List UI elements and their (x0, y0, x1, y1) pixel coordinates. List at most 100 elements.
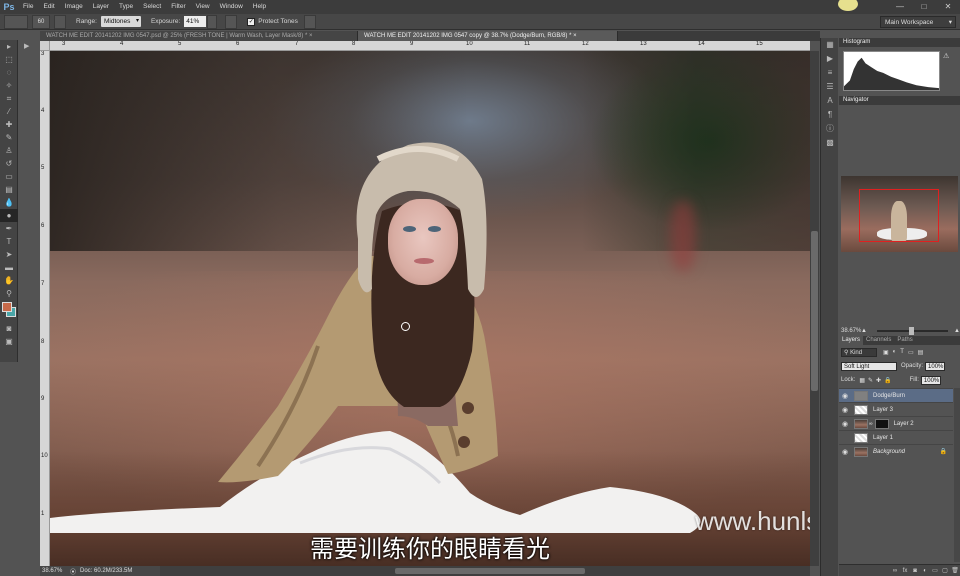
foreground-color-swatch[interactable] (2, 302, 12, 312)
fill-input[interactable]: 100% (920, 375, 941, 385)
history-panel-icon[interactable]: ▦ (821, 38, 839, 52)
layer-style-icon[interactable]: fx (900, 568, 910, 574)
eyedropper-tool-icon[interactable]: ⁄ (0, 105, 18, 118)
range-select[interactable]: Midtones (100, 16, 141, 27)
move-tool-icon[interactable]: ▸ (0, 40, 18, 53)
link-layers-icon[interactable]: ∞ (890, 568, 900, 574)
eraser-tool-icon[interactable]: ▭ (0, 170, 18, 183)
menu-type[interactable]: Type (114, 0, 138, 14)
menu-edit[interactable]: Edit (38, 0, 59, 14)
navigator-thumbnail[interactable] (841, 176, 958, 252)
navigator-zoom-slider-knob[interactable] (908, 327, 914, 335)
menu-image[interactable]: Image (60, 0, 88, 14)
document-tab-2-close-icon[interactable]: × (573, 33, 577, 39)
tool-preset-picker[interactable] (4, 14, 28, 29)
menu-file[interactable]: File (18, 0, 38, 14)
visibility-eye-icon[interactable]: ◉ (839, 392, 851, 400)
minimize-button[interactable]: — (888, 0, 912, 14)
panel-collapse-arrow-icon[interactable]: ▶ (24, 42, 36, 54)
new-layer-icon[interactable]: ▢ (940, 567, 950, 574)
lasso-tool-icon[interactable]: ◌ (0, 66, 18, 79)
layer-row-dodge-burn[interactable]: ◉ Dodge/Burn (839, 388, 953, 402)
dodge-tool-icon[interactable]: ● (0, 209, 18, 222)
exposure-input[interactable]: 41% (184, 16, 207, 27)
healing-brush-tool-icon[interactable]: ✚ (0, 118, 18, 131)
blend-mode-select[interactable]: Soft Light (841, 361, 897, 371)
actions-panel-icon[interactable]: ▶ (821, 52, 839, 66)
tab-channels[interactable]: Channels (863, 336, 894, 345)
crop-tool-icon[interactable]: ⌗ (0, 92, 18, 105)
layers-scrollbar[interactable] (954, 388, 960, 562)
lock-position-icon[interactable]: ✚ (876, 377, 881, 384)
new-group-icon[interactable]: ▭ (930, 567, 940, 574)
layer-row-layer-1[interactable]: ◉ Layer 1 (839, 430, 953, 444)
properties-panel-icon[interactable]: ☰ (821, 80, 839, 94)
menu-help[interactable]: Help (248, 0, 271, 14)
marquee-tool-icon[interactable]: ⬚ (0, 53, 18, 66)
zoom-tool-icon[interactable]: ⚲ (0, 287, 18, 300)
path-selection-tool-icon[interactable]: ➤ (0, 248, 18, 261)
visibility-eye-icon[interactable]: ◉ (839, 434, 851, 442)
histogram-tab[interactable]: Histogram (839, 38, 875, 47)
layer-mask-link-icon[interactable]: ∞ (869, 421, 873, 427)
visibility-eye-icon[interactable]: ◉ (839, 420, 851, 428)
screen-mode-icon[interactable]: ▣ (0, 335, 18, 348)
brush-preset-picker[interactable]: 60 (32, 14, 50, 29)
brush-panel-toggle-icon[interactable] (54, 14, 66, 29)
cache-warning-icon[interactable]: ⚠ (943, 52, 949, 60)
filter-type-icon[interactable]: T (900, 349, 904, 355)
document-tab-1-close-icon[interactable]: × (309, 33, 313, 39)
brush-tool-icon[interactable]: ✎ (0, 131, 18, 144)
menu-filter[interactable]: Filter (166, 0, 190, 14)
info-panel-icon[interactable]: ⓘ (821, 122, 839, 136)
document-tab-2[interactable]: WATCH ME EDIT 20141202 IMG 0547 copy @ 3… (358, 31, 618, 41)
canvas-horizontal-scrollbar[interactable] (160, 566, 810, 576)
layer-row-layer-2[interactable]: ◉ ∞ Layer 2 (839, 416, 953, 430)
filter-smart-object-icon[interactable]: ▤ (918, 349, 924, 356)
maximize-button[interactable]: □ (912, 0, 936, 14)
navigator-zoom-value[interactable]: 38.67% (839, 328, 861, 334)
vertical-scroll-thumb[interactable] (811, 231, 818, 391)
filter-shape-icon[interactable]: ▭ (908, 349, 914, 356)
shape-tool-icon[interactable]: ▬ (0, 261, 18, 274)
history-brush-tool-icon[interactable]: ↺ (0, 157, 18, 170)
ruler-origin[interactable] (40, 41, 50, 51)
opacity-input[interactable]: 100% (925, 361, 946, 371)
layer-row-background[interactable]: ◉ Background 🔒 (839, 444, 953, 458)
bridge-icon[interactable] (838, 0, 858, 11)
clone-stamp-tool-icon[interactable]: ♙ (0, 144, 18, 157)
visibility-eye-icon[interactable]: ◉ (839, 406, 851, 414)
menu-select[interactable]: Select (138, 0, 166, 14)
exposure-dropdown-icon[interactable] (207, 14, 218, 29)
paragraph-panel-icon[interactable]: ¶ (821, 108, 839, 122)
horizontal-scroll-thumb[interactable] (395, 568, 585, 574)
pen-tool-icon[interactable]: ✒ (0, 222, 18, 235)
lock-transparent-icon[interactable]: ▦ (859, 377, 865, 384)
layer-row-layer-3[interactable]: ◉ Layer 3 (839, 402, 953, 416)
filter-pixel-icon[interactable]: ▣ (883, 349, 889, 356)
gradient-tool-icon[interactable]: ▤ (0, 183, 18, 196)
quick-select-tool-icon[interactable]: ✧ (0, 79, 18, 92)
airbrush-icon[interactable] (225, 14, 238, 29)
swatches-panel-icon[interactable]: ▩ (821, 136, 839, 150)
navigator-zoom-slider[interactable] (876, 327, 949, 335)
tab-paths[interactable]: Paths (894, 336, 915, 345)
menu-window[interactable]: Window (215, 0, 248, 14)
document-canvas[interactable]: www.hunls.com 需要训练你的眼睛看光 (50, 51, 810, 566)
ruler-horizontal[interactable]: 3 4 5 6 7 8 9 10 11 12 13 14 15 (50, 41, 810, 51)
tab-layers[interactable]: Layers (839, 336, 864, 345)
zoom-in-icon[interactable]: ▲ (954, 328, 960, 334)
visibility-eye-icon[interactable]: ◉ (839, 448, 851, 456)
color-swatches[interactable] (0, 300, 18, 322)
lock-image-icon[interactable]: ✎ (868, 377, 873, 384)
delete-layer-icon[interactable]: 🗑 (950, 567, 960, 574)
quick-mask-icon[interactable]: ◙ (0, 322, 18, 335)
protect-tones-checkbox[interactable]: ✓ (247, 17, 256, 26)
type-tool-icon[interactable]: T (0, 235, 18, 248)
navigator-tab[interactable]: Navigator (839, 96, 873, 105)
menu-layer[interactable]: Layer (88, 0, 114, 14)
adjustments-panel-icon[interactable]: ≡ (821, 66, 839, 80)
layer-filter-kind-select[interactable]: ⚲ Kind (841, 347, 877, 357)
zoom-out-icon[interactable]: ▲ (861, 328, 867, 334)
canvas-vertical-scrollbar[interactable] (810, 51, 819, 566)
